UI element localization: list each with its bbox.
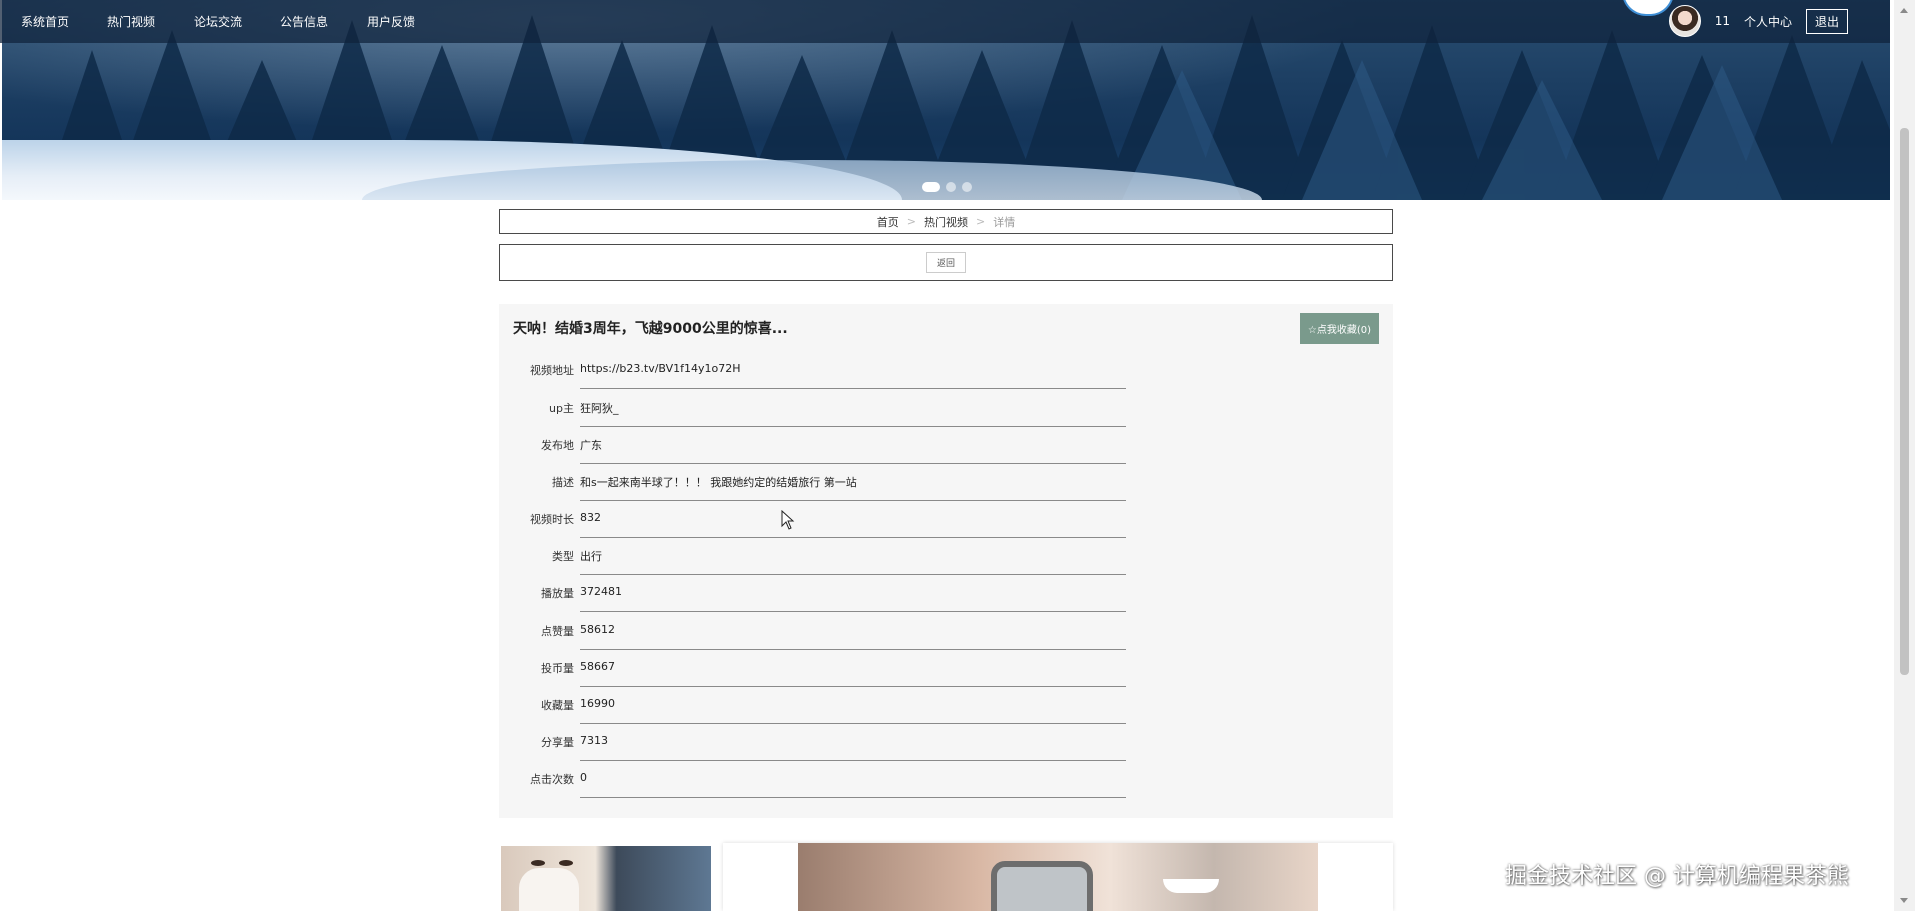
logout-button[interactable]: 退出 <box>1805 8 1848 34</box>
watermark: 掘金技术社区 @ 计算机编程果茶熊 <box>1505 864 1849 889</box>
back-bar: 返回 <box>499 244 1393 281</box>
field-row-type: 类型 出行 <box>499 538 1129 575</box>
breadcrumb-home[interactable]: 首页 <box>877 214 899 230</box>
field-value: 16990 <box>580 697 615 710</box>
video-thumbnail[interactable] <box>723 843 1393 911</box>
field-label: 视频地址 <box>530 364 574 377</box>
favorite-button[interactable]: ☆点我收藏(0) <box>1299 313 1379 344</box>
field-row-location: 发布地 广东 <box>499 427 1129 464</box>
nav-item-forum[interactable]: 论坛交流 <box>194 13 242 30</box>
field-row-share-count: 分享量 7313 <box>499 724 1129 761</box>
field-row-play-count: 播放量 372481 <box>499 575 1129 612</box>
field-underline <box>580 388 1126 389</box>
field-value: 广东 <box>580 439 602 452</box>
field-value: 狂阿狄_ <box>580 402 619 415</box>
field-label: 视频时长 <box>530 513 574 526</box>
video-detail-panel: 天呐！结婚3周年，飞越9000公里的惊喜... ☆点我收藏(0) 视频地址 ht… <box>499 304 1393 818</box>
breadcrumb-hot-videos[interactable]: 热门视频 <box>924 214 968 230</box>
floating-circle-decoration <box>1622 0 1674 16</box>
field-value: 832 <box>580 511 601 524</box>
carousel-dot[interactable] <box>946 182 956 192</box>
back-button[interactable]: 返回 <box>925 252 966 273</box>
scroll-down-icon[interactable] <box>1900 898 1908 903</box>
field-value: 0 <box>580 771 587 784</box>
video-title: 天呐！结婚3周年，飞越9000公里的惊喜... <box>513 321 788 337</box>
nav-item-hot-videos[interactable]: 热门视频 <box>107 13 155 30</box>
field-row-duration: 视频时长 832 <box>499 501 1129 538</box>
field-label: 点击次数 <box>530 773 574 786</box>
field-value: 7313 <box>580 734 608 747</box>
avatar[interactable] <box>1668 5 1701 37</box>
field-label: 类型 <box>552 550 574 563</box>
field-row-coin-count: 投币量 58667 <box>499 650 1129 687</box>
field-row-description: 描述 和s一起来南半球了！！！ 我跟她约定的结婚旅行 第一站 <box>499 464 1129 501</box>
user-area: 11 个人中心 退出 <box>1668 5 1848 37</box>
scroll-up-icon[interactable] <box>1900 8 1908 13</box>
breadcrumb-separator: > <box>906 215 916 228</box>
field-value: 58612 <box>580 623 615 636</box>
username: 11 <box>1714 14 1730 28</box>
field-value: 58667 <box>580 660 615 673</box>
eye-shape <box>559 860 573 866</box>
field-label: 收藏量 <box>541 699 574 712</box>
scrollbar-thumb[interactable] <box>1900 128 1909 675</box>
field-label: 描述 <box>552 476 574 489</box>
field-label: up主 <box>549 402 574 415</box>
carousel-dot[interactable] <box>922 182 940 192</box>
carousel-dot[interactable] <box>962 182 972 192</box>
field-label: 分享量 <box>541 736 574 749</box>
field-row-favorite-count: 收藏量 16990 <box>499 687 1129 724</box>
field-value[interactable]: https://b23.tv/BV1f14y1o72H <box>580 362 741 375</box>
nav-item-notices[interactable]: 公告信息 <box>280 13 328 30</box>
smile-shape <box>1163 879 1219 893</box>
nav-item-home[interactable]: 系统首页 <box>21 13 69 30</box>
field-row-click-count: 点击次数 0 <box>499 761 1129 798</box>
mouse-cursor-icon <box>781 510 795 530</box>
field-underline <box>580 797 1126 798</box>
eye-shape <box>531 860 545 866</box>
field-row-like-count: 点赞量 58612 <box>499 613 1129 650</box>
page-scrollbar[interactable] <box>1894 0 1915 911</box>
face-mask-shape <box>519 868 579 911</box>
top-navigation: 系统首页 热门视频 论坛交流 公告信息 用户反馈 11 个人中心 退出 <box>0 0 1890 43</box>
field-underline <box>580 611 1126 612</box>
field-label: 播放量 <box>541 587 574 600</box>
phone-shape <box>991 861 1093 911</box>
breadcrumb-current: 详情 <box>993 215 1016 229</box>
field-row-video-url: 视频地址 https://b23.tv/BV1f14y1o72H <box>499 352 1129 389</box>
field-value: 372481 <box>580 585 622 598</box>
field-label: 发布地 <box>541 439 574 452</box>
field-label: 点赞量 <box>541 625 574 638</box>
field-row-uploader: up主 狂阿狄_ <box>499 390 1129 427</box>
video-thumbnail[interactable] <box>501 846 711 911</box>
carousel-indicators <box>922 182 972 192</box>
nav-item-feedback[interactable]: 用户反馈 <box>367 13 415 30</box>
field-value: 出行 <box>580 550 602 563</box>
user-center-link[interactable]: 个人中心 <box>1744 13 1792 30</box>
field-value: 和s一起来南半球了！！！ 我跟她约定的结婚旅行 第一站 <box>580 476 857 489</box>
breadcrumb-separator: > <box>976 215 986 228</box>
breadcrumb: 首页 > 热门视频 > 详情 <box>499 209 1393 234</box>
field-label: 投币量 <box>541 662 574 675</box>
